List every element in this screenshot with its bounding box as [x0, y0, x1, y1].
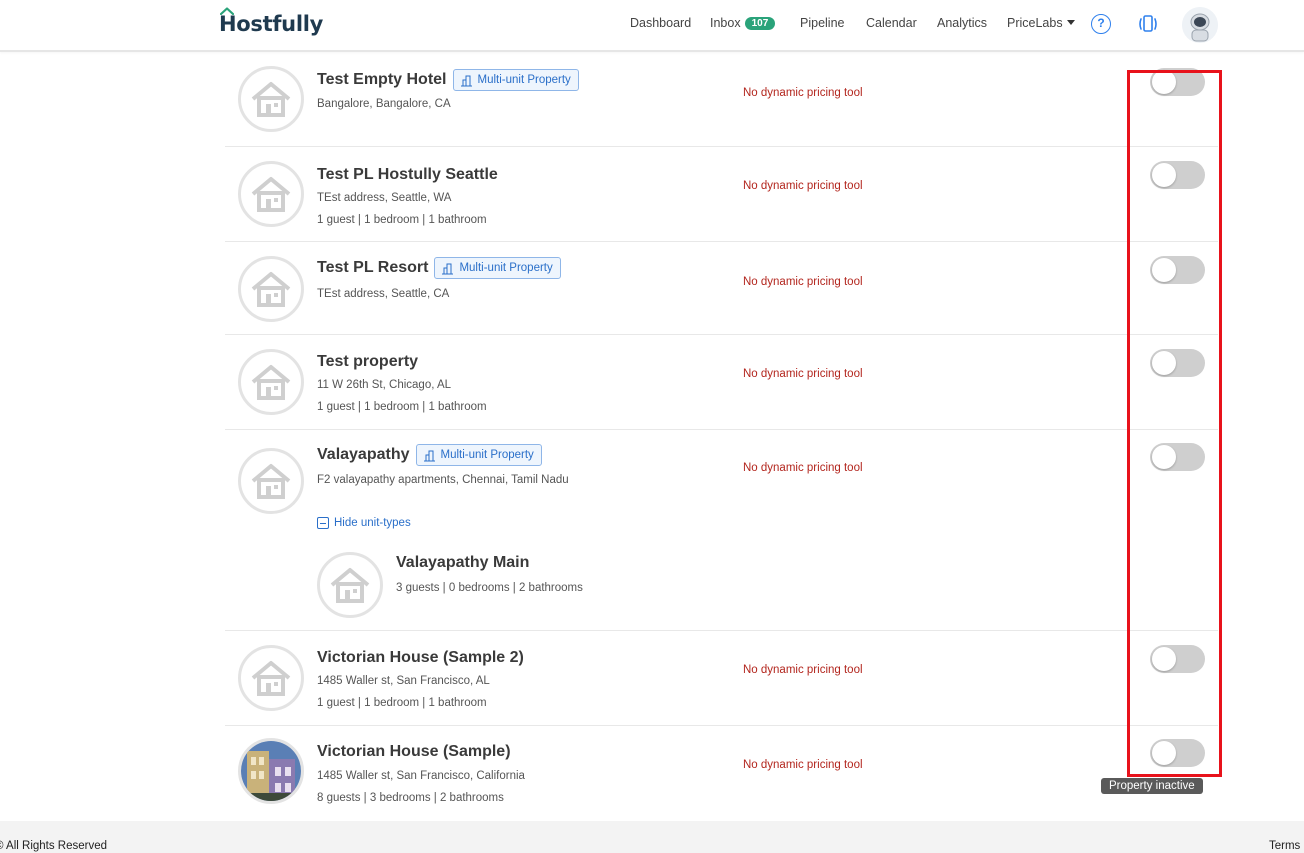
nav-dashboard[interactable]: Dashboard: [630, 16, 691, 30]
house-icon: [330, 568, 370, 603]
pricing-tool-status: No dynamic pricing tool: [743, 87, 863, 99]
collapse-icon: [317, 517, 329, 529]
pricing-tool-status: No dynamic pricing tool: [743, 180, 863, 192]
property-name[interactable]: Victorian House (Sample): [317, 741, 511, 763]
property-name[interactable]: Test Empty Hotel Multi-unit Property: [317, 69, 579, 91]
property-active-toggle[interactable]: [1150, 645, 1205, 673]
help-icon[interactable]: ?: [1091, 14, 1111, 34]
unit-name[interactable]: Valayapathy Main: [396, 554, 529, 572]
nav-pipeline[interactable]: Pipeline: [800, 16, 844, 30]
house-icon: [251, 464, 291, 499]
inbox-count-badge: 107: [744, 17, 776, 30]
footer: © All Rights Reserved Terms: [0, 821, 1304, 853]
property-row: Test PL Hostully Seattle TEst address, S…: [225, 147, 1218, 242]
hostfully-logo[interactable]: Hostfully: [219, 7, 324, 36]
hide-unit-types-label: Hide unit-types: [334, 517, 411, 529]
property-thumbnail: [238, 645, 304, 711]
property-list: Test Empty Hotel Multi-unit Property Ban…: [225, 52, 1218, 821]
property-active-toggle[interactable]: [1150, 739, 1205, 767]
victorian-house-photo: [241, 741, 301, 801]
property-thumbnail: [238, 349, 304, 415]
nav-calendar[interactable]: Calendar: [866, 16, 917, 30]
property-inactive-tooltip: Property inactive: [1101, 778, 1203, 794]
house-icon: [251, 661, 291, 696]
pricing-tool-status: No dynamic pricing tool: [743, 759, 863, 771]
multi-unit-badge-label: Multi-unit Property: [459, 262, 553, 274]
pricing-tool-status: No dynamic pricing tool: [743, 276, 863, 288]
property-details: 1 guest | 1 bedroom | 1 bathroom: [317, 697, 487, 709]
property-row: Victorian House (Sample 2) 1485 Waller s…: [225, 631, 1218, 726]
property-row: Test property 11 W 26th St, Chicago, AL …: [225, 335, 1218, 430]
property-active-toggle[interactable]: [1150, 256, 1205, 284]
astronaut-avatar-icon: [1182, 7, 1218, 43]
pricing-tool-status: No dynamic pricing tool: [743, 368, 863, 380]
house-icon: [251, 272, 291, 307]
property-details: 8 guests | 3 bedrooms | 2 bathrooms: [317, 792, 504, 804]
pricing-tool-status: No dynamic pricing tool: [743, 664, 863, 676]
property-address: F2 valayapathy apartments, Chennai, Tami…: [317, 474, 569, 486]
house-icon: [251, 365, 291, 400]
property-row: Valayapathy Multi-unit Property F2 valay…: [225, 430, 1218, 631]
building-icon: [442, 263, 454, 274]
property-details: 1 guest | 1 bedroom | 1 bathroom: [317, 401, 487, 413]
unit-details: 3 guests | 0 bedrooms | 2 bathrooms: [396, 582, 583, 594]
property-name[interactable]: Test property: [317, 351, 418, 373]
logo-text: Hostfully: [219, 12, 324, 36]
property-thumbnail: [238, 448, 304, 514]
property-details: 1 guest | 1 bedroom | 1 bathroom: [317, 214, 487, 226]
property-address: 1485 Waller st, San Francisco, Californi…: [317, 770, 525, 782]
property-thumbnail: [238, 161, 304, 227]
copyright-text: © All Rights Reserved: [0, 840, 108, 852]
property-active-toggle[interactable]: [1150, 443, 1205, 471]
user-avatar[interactable]: [1182, 7, 1218, 43]
terms-link[interactable]: Terms: [1269, 840, 1300, 852]
property-thumbnail: [238, 256, 304, 322]
nav-analytics[interactable]: Analytics: [937, 16, 987, 30]
property-active-toggle[interactable]: [1150, 349, 1205, 377]
property-name[interactable]: Test PL Resort Multi-unit Property: [317, 257, 561, 279]
hide-unit-types-link[interactable]: Hide unit-types: [317, 517, 411, 529]
property-address: Bangalore, Bangalore, CA: [317, 98, 451, 110]
property-name[interactable]: Valayapathy Multi-unit Property: [317, 444, 542, 466]
nav-pricelabs-label: PriceLabs: [1007, 16, 1063, 30]
logo-roof-icon: [220, 7, 234, 15]
property-row: Test PL Resort Multi-unit Property TEst …: [225, 242, 1218, 335]
multi-unit-badge: Multi-unit Property: [452, 69, 579, 91]
multi-unit-badge: Multi-unit Property: [415, 444, 542, 466]
property-active-toggle[interactable]: [1150, 161, 1205, 189]
property-row: Test Empty Hotel Multi-unit Property Ban…: [225, 52, 1218, 147]
property-name[interactable]: Victorian House (Sample 2): [317, 647, 524, 669]
top-navbar: Hostfully Dashboard Inbox 107 Pipeline Ca…: [0, 0, 1304, 52]
house-icon: [251, 177, 291, 212]
property-thumbnail: [238, 738, 304, 804]
nav-pricelabs[interactable]: PriceLabs: [1007, 16, 1075, 30]
property-address: TEst address, Seattle, CA: [317, 288, 450, 300]
property-address: 1485 Waller st, San Francisco, AL: [317, 675, 490, 687]
property-active-toggle[interactable]: [1150, 68, 1205, 96]
property-name-text: Valayapathy: [317, 446, 410, 463]
multi-unit-badge-label: Multi-unit Property: [440, 449, 534, 461]
property-name[interactable]: Test PL Hostully Seattle: [317, 164, 498, 186]
nav-inbox[interactable]: Inbox 107: [710, 16, 776, 30]
property-name-text: Test PL Resort: [317, 259, 429, 276]
property-address: 11 W 26th St, Chicago, AL: [317, 379, 452, 391]
multi-unit-badge: Multi-unit Property: [434, 257, 561, 279]
property-row: Victorian House (Sample) 1485 Waller st,…: [225, 726, 1218, 821]
building-icon: [460, 75, 472, 86]
property-address: TEst address, Seattle, WA: [317, 192, 452, 204]
pricing-tool-status: No dynamic pricing tool: [743, 462, 863, 474]
property-name-text: Test Empty Hotel: [317, 71, 447, 88]
building-icon: [423, 450, 435, 461]
multi-unit-badge-label: Multi-unit Property: [477, 74, 571, 86]
caret-down-icon: [1066, 20, 1075, 25]
property-thumbnail: [238, 66, 304, 132]
phone-vibrate-icon[interactable]: [1136, 13, 1160, 35]
unit-thumbnail: [317, 552, 383, 618]
nav-inbox-label: Inbox: [710, 16, 741, 30]
house-icon: [251, 82, 291, 117]
